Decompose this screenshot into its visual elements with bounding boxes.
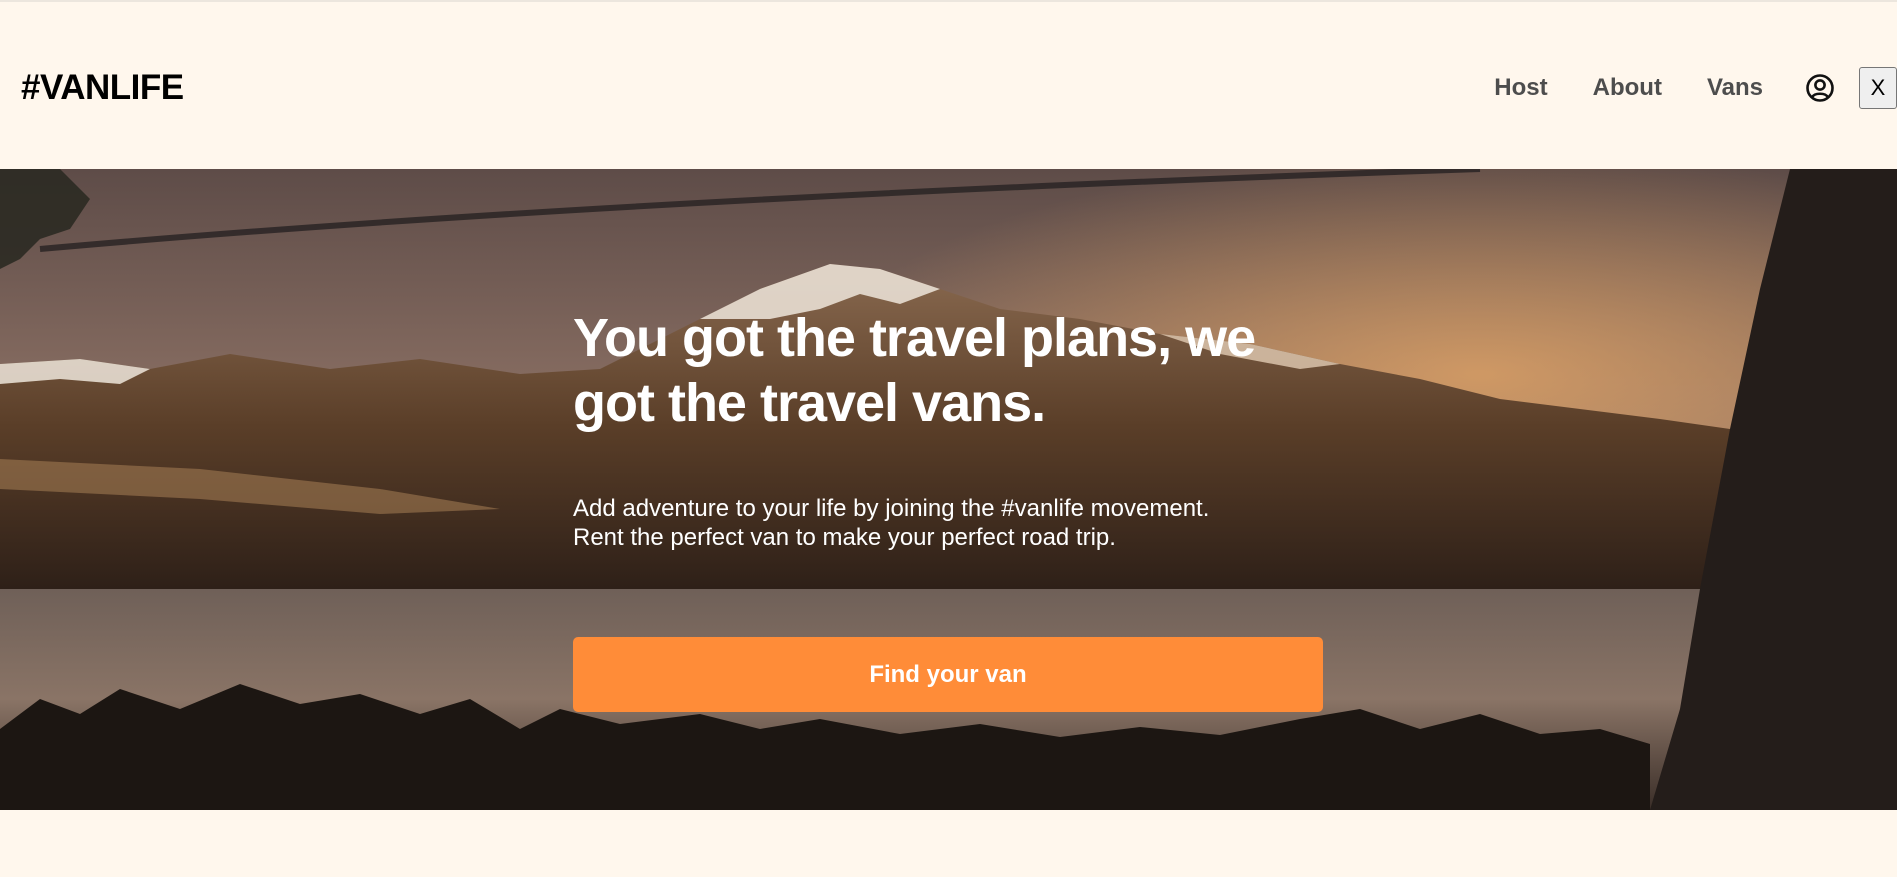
hero-section: You got the travel plans, we got the tra…: [0, 169, 1897, 810]
user-circle-icon[interactable]: [1805, 73, 1835, 103]
site-header: #VANLIFE Host About Vans X: [0, 2, 1897, 168]
main-nav: Host About Vans X: [1494, 66, 1897, 110]
nav-link-host[interactable]: Host: [1494, 66, 1547, 110]
hero-subtitle-line-1: Add adventure to your life by joining th…: [573, 495, 1210, 522]
hero-title: You got the travel plans, we got the tra…: [573, 308, 1256, 433]
nav-link-about[interactable]: About: [1593, 66, 1662, 110]
site-logo[interactable]: #VANLIFE: [21, 66, 184, 110]
page: #VANLIFE Host About Vans X You got the t…: [0, 0, 1897, 877]
nav-link-vans[interactable]: Vans: [1707, 66, 1763, 110]
find-your-van-button[interactable]: Find your van: [573, 637, 1323, 712]
hero-subtitle-line-2: Rent the perfect van to make your perfec…: [573, 524, 1116, 551]
hero-subtitle: Add adventure to your life by joining th…: [573, 494, 1333, 552]
close-button[interactable]: X: [1859, 67, 1897, 109]
hero-content: You got the travel plans, we got the tra…: [573, 306, 1333, 552]
